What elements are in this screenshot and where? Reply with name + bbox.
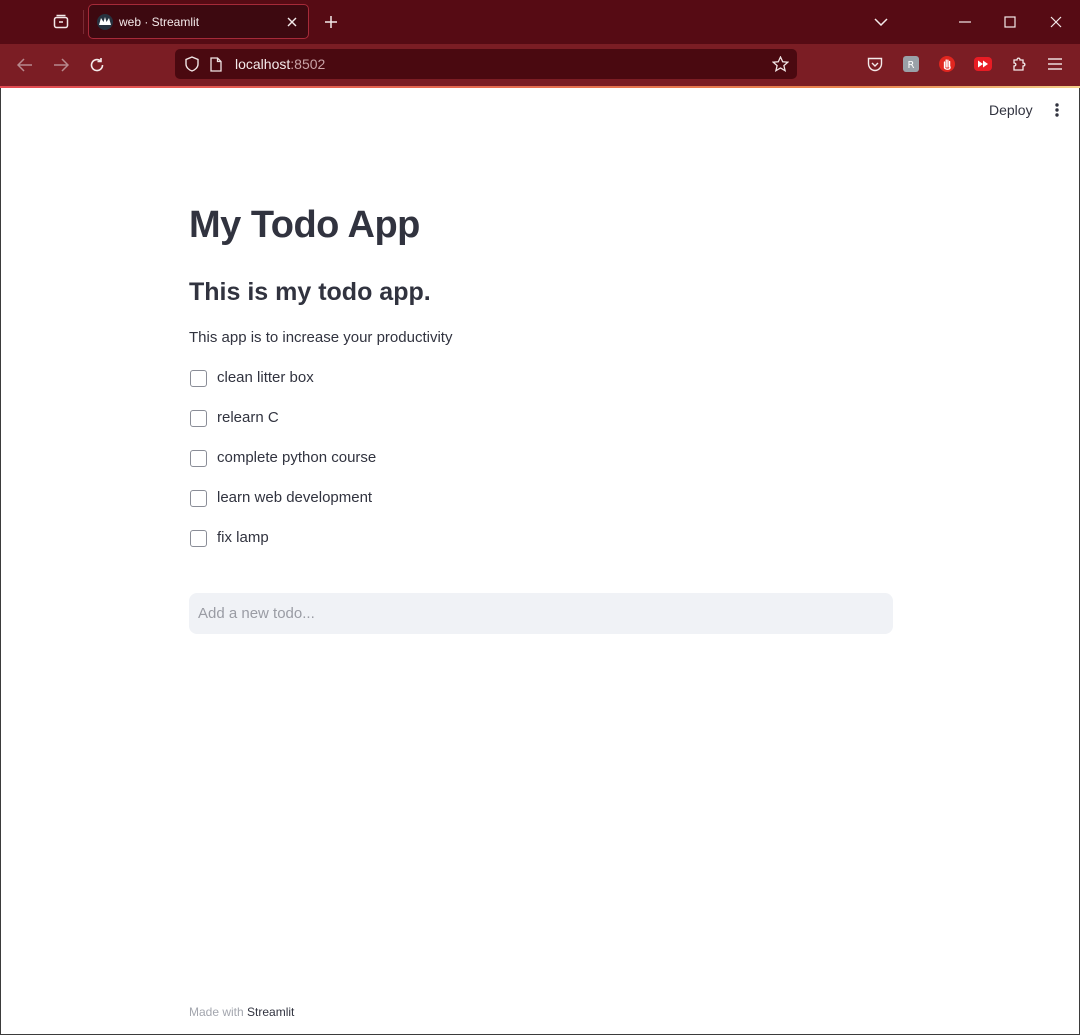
extension-r-icon[interactable]: R (900, 53, 922, 75)
todo-label[interactable]: relearn C (217, 406, 279, 430)
todo-item[interactable]: complete python course (189, 446, 376, 486)
close-tab-icon[interactable] (280, 10, 304, 34)
page-icon[interactable] (205, 53, 227, 75)
footer-prefix: Made with (189, 1005, 244, 1019)
todo-item[interactable]: clean litter box (189, 366, 376, 406)
maximize-window-icon[interactable] (995, 7, 1025, 37)
footer: Made with Streamlit (189, 1005, 294, 1019)
page-title: My Todo App (189, 204, 420, 246)
browser-tab-active[interactable]: web · Streamlit (88, 4, 309, 39)
deploy-button[interactable]: Deploy (981, 98, 1041, 122)
todo-checkbox[interactable] (190, 410, 207, 427)
main-menu-icon[interactable] (1047, 98, 1067, 122)
browser-tab-bar: web · Streamlit (0, 0, 1080, 44)
new-todo-input[interactable] (189, 593, 893, 634)
todo-label[interactable]: learn web development (217, 486, 372, 510)
back-arrow-icon[interactable] (10, 50, 40, 80)
todo-list: clean litter box relearn C complete pyth… (189, 366, 376, 566)
hamburger-menu-icon[interactable] (1044, 53, 1066, 75)
tab-separator (83, 10, 84, 34)
bookmark-star-icon[interactable] (769, 53, 791, 75)
streamlit-favicon-icon (97, 13, 113, 30)
new-tab-button[interactable] (318, 9, 344, 35)
todo-item[interactable]: learn web development (189, 486, 376, 526)
todo-checkbox[interactable] (190, 530, 207, 547)
todo-checkbox[interactable] (190, 450, 207, 467)
minimize-window-icon[interactable] (950, 7, 980, 37)
todo-item[interactable]: relearn C (189, 406, 376, 446)
app-view: Deploy My Todo App This is my todo app. … (0, 88, 1080, 1035)
fast-forward-extension-icon[interactable] (972, 53, 994, 75)
todo-checkbox[interactable] (190, 370, 207, 387)
todo-checkbox[interactable] (190, 490, 207, 507)
url-port: :8502 (290, 56, 326, 72)
todo-label[interactable]: clean litter box (217, 366, 314, 390)
page-description: This app is to increase your productivit… (189, 329, 453, 346)
reload-icon[interactable] (82, 50, 112, 80)
todo-label[interactable]: complete python course (217, 446, 376, 470)
page-subtitle: This is my todo app. (189, 278, 431, 306)
forward-arrow-icon[interactable] (46, 50, 76, 80)
svg-text:R: R (908, 60, 915, 71)
address-bar[interactable]: localhost:8502 (175, 49, 797, 79)
ad-blocker-hand-icon[interactable] (936, 53, 958, 75)
streamlit-link[interactable]: Streamlit (247, 1005, 294, 1019)
tab-title: web · Streamlit (119, 14, 200, 29)
close-window-icon[interactable] (1041, 7, 1071, 37)
todo-item[interactable]: fix lamp (189, 526, 376, 566)
shield-icon[interactable] (181, 53, 203, 75)
url-text[interactable]: localhost:8502 (235, 56, 325, 72)
pocket-icon[interactable] (864, 53, 886, 75)
url-host: localhost (235, 56, 291, 72)
extensions-puzzle-icon[interactable] (1008, 53, 1030, 75)
tab-overview-icon[interactable] (46, 8, 76, 36)
todo-label[interactable]: fix lamp (217, 526, 269, 550)
list-all-tabs-icon[interactable] (866, 7, 896, 37)
